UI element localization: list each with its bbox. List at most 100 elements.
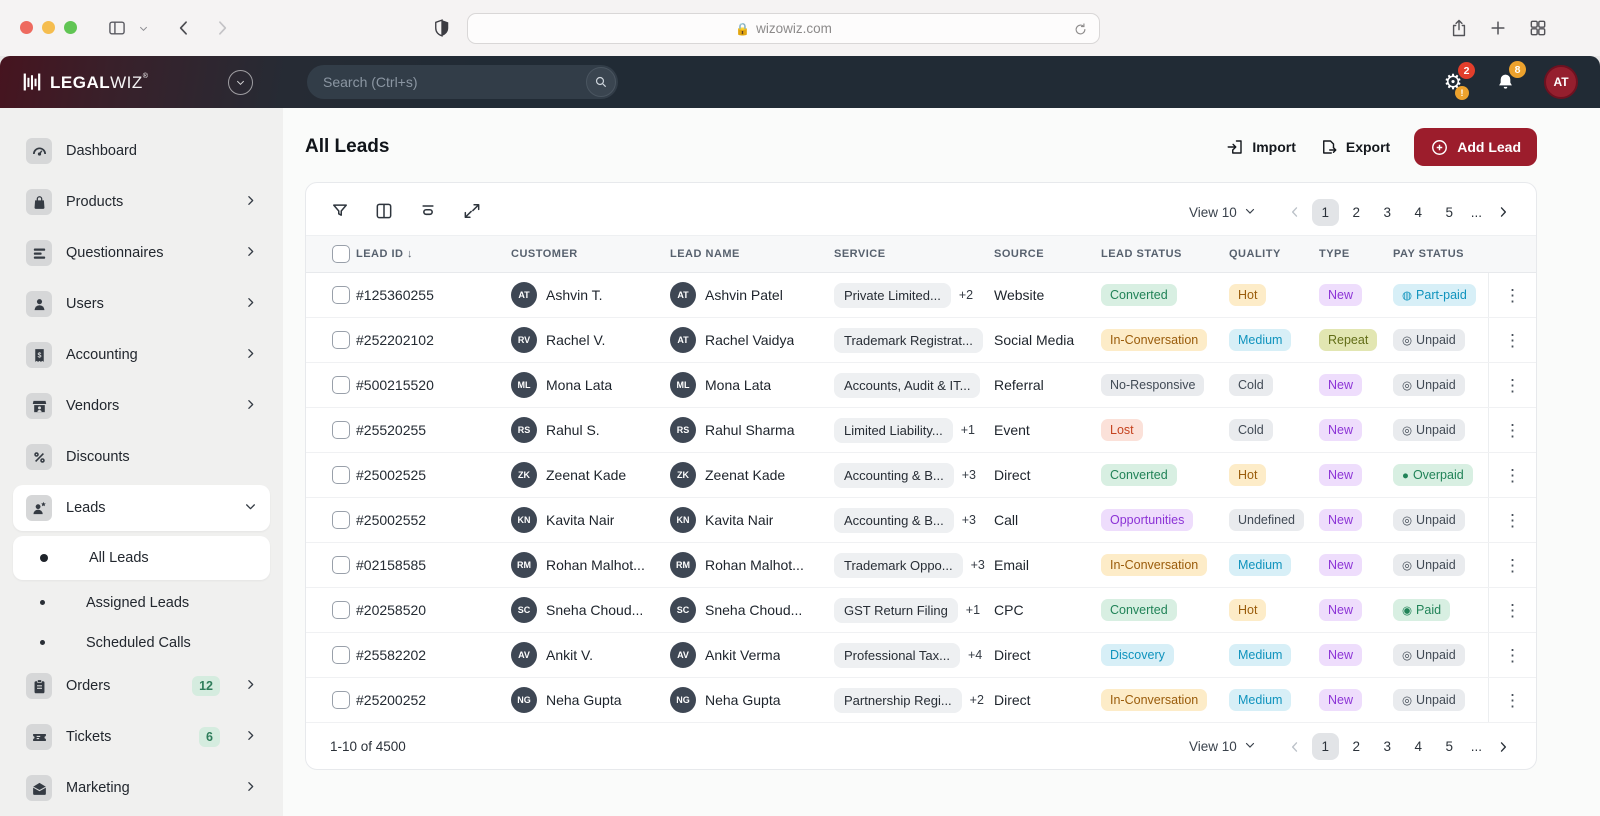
minimize-window-button[interactable] — [42, 21, 55, 34]
page-number-3[interactable]: 3 — [1374, 733, 1401, 760]
row-checkbox[interactable] — [332, 556, 350, 574]
row-checkbox[interactable] — [332, 691, 350, 709]
close-window-button[interactable] — [20, 21, 33, 34]
user-avatar[interactable]: AT — [1544, 65, 1578, 99]
new-tab-icon[interactable] — [1484, 14, 1512, 42]
add-lead-button[interactable]: Add Lead — [1414, 128, 1537, 166]
table-row[interactable]: #25002552 KN Kavita Nair KN Kavita Nair Accou… — [306, 498, 1536, 543]
table-row[interactable]: #125360255 AT Ashvin T. AT Ashvin Patel Priva… — [306, 273, 1536, 318]
table-row[interactable]: #500215520 ML Mona Lata ML Mona Lata Accounts… — [306, 363, 1536, 408]
page-number-5[interactable]: 5 — [1436, 733, 1463, 760]
next-page-button[interactable] — [1490, 734, 1516, 760]
sidebar-item-assigned-leads[interactable]: Assigned Leads — [13, 583, 270, 622]
export-button[interactable]: Export — [1320, 138, 1390, 156]
notifications-button[interactable]: 8 — [1492, 61, 1526, 95]
column-header-lead-name[interactable]: LEAD NAME — [670, 248, 834, 260]
sidebar-item-users[interactable]: Users — [13, 281, 270, 327]
kebab-menu-icon[interactable]: ⋮ — [1504, 512, 1521, 529]
sidebar-item-all-leads[interactable]: All Leads — [13, 536, 270, 580]
table-row[interactable]: #02158585 RM Rohan Malhot... RM Rohan Malhot… — [306, 543, 1536, 588]
previous-page-button[interactable] — [1282, 199, 1308, 225]
page-number-1[interactable]: 1 — [1311, 198, 1339, 226]
zoom-window-button[interactable] — [64, 21, 77, 34]
row-density-icon[interactable] — [418, 201, 440, 223]
column-header-lead-status[interactable]: LEAD STATUS — [1101, 248, 1229, 260]
sidebar-item-scheduled-calls[interactable]: Scheduled Calls — [13, 623, 270, 662]
page-number-2[interactable]: 2 — [1343, 199, 1370, 226]
page-size-select[interactable]: View 10 — [1189, 205, 1256, 220]
table-row[interactable]: #25582202 AV Ankit V. AV Ankit Verma Professi… — [306, 633, 1536, 678]
sidebar-item-marketing[interactable]: Marketing — [13, 765, 270, 811]
row-checkbox[interactable] — [332, 421, 350, 439]
kebab-menu-icon[interactable]: ⋮ — [1504, 647, 1521, 664]
table-row[interactable]: #25200252 NG Neha Gupta NG Neha Gupta Partner… — [306, 678, 1536, 723]
table-row[interactable]: #20258520 SC Sneha Choud... SC Sneha Choud..… — [306, 588, 1536, 633]
table-row[interactable]: #25002525 ZK Zeenat Kade ZK Zeenat Kade Accou… — [306, 453, 1536, 498]
expand-icon[interactable] — [462, 201, 484, 223]
privacy-shield-icon[interactable] — [428, 14, 456, 42]
chevron-right-icon — [244, 678, 257, 695]
kebab-menu-icon[interactable]: ⋮ — [1504, 377, 1521, 394]
row-checkbox[interactable] — [332, 286, 350, 304]
page-number-4[interactable]: 4 — [1405, 199, 1432, 226]
sidebar-item-questionnaires[interactable]: Questionnaires — [13, 230, 270, 276]
next-page-button[interactable] — [1490, 199, 1516, 225]
reload-icon[interactable] — [1070, 19, 1090, 39]
row-checkbox[interactable] — [332, 511, 350, 529]
sidebar-item-discounts[interactable]: Discounts — [13, 434, 270, 480]
forward-button[interactable] — [208, 14, 236, 42]
column-header-type[interactable]: TYPE — [1319, 248, 1393, 260]
back-button[interactable] — [170, 14, 198, 42]
sidebar-item-leads[interactable]: Leads — [13, 485, 270, 531]
chevron-right-icon — [244, 194, 257, 211]
kebab-menu-icon[interactable]: ⋮ — [1504, 467, 1521, 484]
search-input[interactable] — [307, 74, 586, 90]
kebab-menu-icon[interactable]: ⋮ — [1504, 602, 1521, 619]
column-header-source[interactable]: SOURCE — [994, 248, 1101, 260]
tab-overview-icon[interactable] — [1524, 14, 1552, 42]
kebab-menu-icon[interactable]: ⋮ — [1504, 422, 1521, 439]
page-number-4[interactable]: 4 — [1405, 733, 1432, 760]
previous-page-button[interactable] — [1282, 734, 1308, 760]
row-checkbox[interactable] — [332, 376, 350, 394]
service-cell: Limited Liability... +1 — [834, 417, 994, 443]
page-number-3[interactable]: 3 — [1374, 199, 1401, 226]
url-bar[interactable]: 🔒 wizowiz.com — [467, 13, 1100, 44]
sidebar-item-accounting[interactable]: $ Accounting — [13, 332, 270, 378]
kebab-menu-icon[interactable]: ⋮ — [1504, 332, 1521, 349]
settings-button[interactable]: ⚙ 2 ! — [1440, 62, 1475, 100]
page-number-5[interactable]: 5 — [1436, 199, 1463, 226]
table-row[interactable]: #252202102 RV Rachel V. AT Rachel Vaidya Trad… — [306, 318, 1536, 363]
columns-icon[interactable] — [374, 201, 396, 223]
sidebar-item-dashboard[interactable]: Dashboard — [13, 128, 270, 174]
column-header-pay-status[interactable]: PAY STATUS — [1393, 248, 1488, 260]
column-header-quality[interactable]: QUALITY — [1229, 248, 1319, 260]
row-checkbox[interactable] — [332, 601, 350, 619]
page-number-1[interactable]: 1 — [1311, 733, 1339, 760]
sidebar-item-products[interactable]: Products — [13, 179, 270, 225]
page-size-select[interactable]: View 10 — [1189, 739, 1256, 754]
row-checkbox[interactable] — [332, 646, 350, 664]
sidebar-item-vendors[interactable]: Vendors — [13, 383, 270, 429]
search-icon[interactable] — [586, 67, 616, 97]
sidebar-chevron-icon[interactable] — [134, 14, 152, 42]
column-header-service[interactable]: SERVICE — [834, 248, 994, 260]
import-button[interactable]: Import — [1226, 138, 1296, 156]
kebab-menu-icon[interactable]: ⋮ — [1504, 557, 1521, 574]
row-checkbox[interactable] — [332, 466, 350, 484]
row-checkbox[interactable] — [332, 331, 350, 349]
sidebar-item-tickets[interactable]: Tickets 6 — [13, 714, 270, 760]
page-number-2[interactable]: 2 — [1343, 733, 1370, 760]
column-header-customer[interactable]: CUSTOMER — [511, 248, 670, 260]
kebab-menu-icon[interactable]: ⋮ — [1504, 287, 1521, 304]
kebab-menu-icon[interactable]: ⋮ — [1504, 692, 1521, 709]
sidebar-toggle-icon[interactable] — [103, 14, 131, 42]
table-row[interactable]: #25520255 RS Rahul S. RS Rahul Sharma Limited… — [306, 408, 1536, 453]
filter-icon[interactable] — [330, 201, 352, 223]
sidebar-item-orders[interactable]: Orders 12 — [13, 663, 270, 709]
row-actions: ⋮ — [1488, 588, 1536, 632]
column-header-lead-id[interactable]: LEAD ID ↓ — [356, 248, 511, 260]
select-all-checkbox[interactable] — [332, 245, 350, 263]
header-collapse-button[interactable] — [228, 69, 253, 95]
share-icon[interactable] — [1445, 14, 1473, 42]
